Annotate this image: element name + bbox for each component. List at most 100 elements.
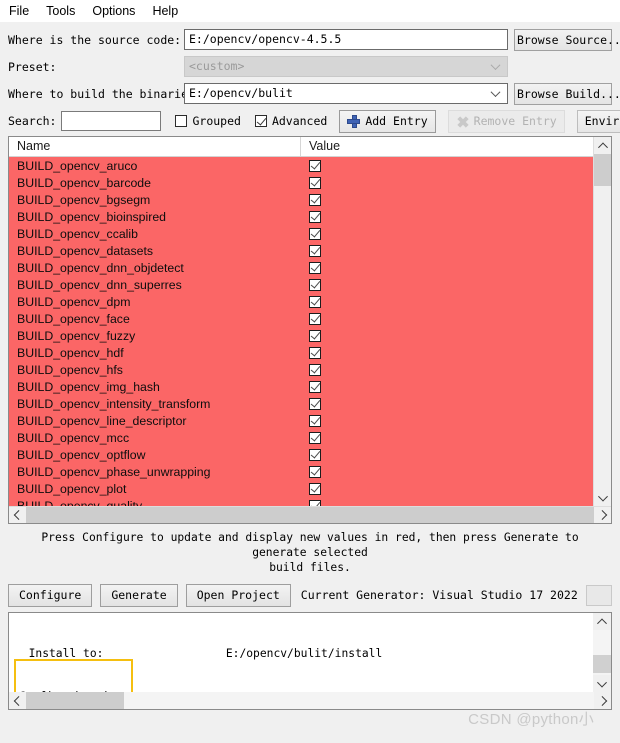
cache-entry-checkbox[interactable] [309,380,321,393]
table-row[interactable]: BUILD_opencv_line_descriptor [9,412,593,429]
output-hscroll-thumb[interactable] [26,692,124,709]
cache-entry-checkbox[interactable] [309,397,321,410]
scroll-up-arrow-icon[interactable] [594,137,611,154]
cache-entry-value[interactable] [301,482,593,495]
cache-entry-value[interactable] [301,346,593,359]
cache-entry-value[interactable] [301,210,593,223]
output-scroll-right-arrow-icon[interactable] [594,692,611,709]
cache-entry-checkbox[interactable] [309,329,321,342]
table-horizontal-scrollbar[interactable] [9,506,611,523]
table-row[interactable]: BUILD_opencv_ccalib [9,225,593,242]
table-row[interactable]: BUILD_opencv_barcode [9,174,593,191]
menu-item-file[interactable]: File [9,2,37,20]
cache-entry-value[interactable] [301,397,593,410]
cache-entry-checkbox[interactable] [309,431,321,444]
cache-entry-value[interactable] [301,278,593,291]
source-path-input[interactable]: E:/opencv/opencv-4.5.5 [184,29,508,50]
cache-entry-checkbox[interactable] [309,295,321,308]
table-vertical-scrollbar[interactable] [593,137,611,506]
table-row[interactable]: BUILD_opencv_dnn_objdetect [9,259,593,276]
table-row[interactable]: BUILD_opencv_hfs [9,361,593,378]
cache-entry-value[interactable] [301,363,593,376]
table-row[interactable]: BUILD_opencv_face [9,310,593,327]
column-header-value[interactable]: Value [301,137,611,156]
grouped-checkbox[interactable]: Grouped [175,114,241,128]
table-row[interactable]: BUILD_opencv_optflow [9,446,593,463]
table-row[interactable]: BUILD_opencv_dnn_superres [9,276,593,293]
table-row[interactable]: BUILD_opencv_quality [9,497,593,506]
cache-entry-value[interactable] [301,159,593,172]
output-scroll-up-arrow-icon[interactable] [593,613,611,630]
cache-entry-checkbox[interactable] [309,244,321,257]
cache-entry-checkbox[interactable] [309,176,321,189]
cache-entry-value[interactable] [301,244,593,257]
table-row[interactable]: BUILD_opencv_intensity_transform [9,395,593,412]
generate-button[interactable]: Generate [100,583,178,607]
cache-entry-checkbox[interactable] [309,363,321,376]
cache-entry-value[interactable] [301,465,593,478]
cache-entry-value[interactable] [301,261,593,274]
build-path-input[interactable]: E:/opencv/bulit [184,83,508,104]
cache-entry-checkbox[interactable] [309,278,321,291]
cache-entry-checkbox[interactable] [309,261,321,274]
cache-entry-value[interactable] [301,312,593,325]
column-header-name[interactable]: Name [9,137,301,156]
table-row[interactable]: BUILD_opencv_plot [9,480,593,497]
menu-item-tools[interactable]: Tools [46,2,83,20]
cache-entry-value[interactable] [301,295,593,308]
cache-entry-checkbox[interactable] [309,465,321,478]
cache-entry-checkbox[interactable] [309,448,321,461]
table-row[interactable]: BUILD_opencv_hdf [9,344,593,361]
table-row[interactable]: BUILD_opencv_fuzzy [9,327,593,344]
cache-entry-value[interactable] [301,431,593,444]
cache-entry-value[interactable] [301,329,593,342]
cache-entry-value[interactable] [301,448,593,461]
cache-entry-value[interactable] [301,176,593,189]
output-vertical-scrollbar[interactable] [593,613,611,692]
table-row[interactable]: BUILD_opencv_dpm [9,293,593,310]
scroll-down-arrow-icon[interactable] [594,489,611,506]
table-row[interactable]: BUILD_opencv_img_hash [9,378,593,395]
cache-entry-value[interactable] [301,380,593,393]
table-row[interactable]: BUILD_opencv_mcc [9,429,593,446]
table-row[interactable]: BUILD_opencv_aruco [9,157,593,174]
cache-entry-checkbox[interactable] [309,312,321,325]
output-hscroll-track[interactable] [124,692,594,709]
table-hscroll-thumb[interactable] [26,507,594,523]
cache-entry-checkbox[interactable] [309,193,321,206]
scroll-right-arrow-icon[interactable] [594,507,611,523]
chevron-down-icon[interactable] [492,88,501,97]
cache-entry-value[interactable] [301,227,593,240]
output-scroll-left-arrow-icon[interactable] [9,692,26,709]
table-row[interactable]: BUILD_opencv_bioinspired [9,208,593,225]
menu-item-options[interactable]: Options [92,2,143,20]
cache-entry-checkbox[interactable] [309,227,321,240]
output-scroll-down-arrow-icon[interactable] [593,675,611,692]
environment-button[interactable]: Environment... [576,109,620,133]
search-input[interactable] [61,111,162,131]
cache-entry-name: BUILD_opencv_optflow [17,447,146,462]
scroll-left-arrow-icon[interactable] [9,507,26,523]
open-project-button[interactable]: Open Project [185,583,291,607]
cache-entry-checkbox[interactable] [309,482,321,495]
cache-entry-checkbox[interactable] [309,346,321,359]
advanced-checkbox[interactable]: Advanced [254,114,327,128]
cache-entry-value[interactable] [301,193,593,206]
grouped-checkbox-box[interactable] [175,115,188,127]
table-row[interactable]: BUILD_opencv_datasets [9,242,593,259]
cache-entry-checkbox[interactable] [309,414,321,427]
add-entry-button[interactable]: Add Entry [339,109,436,133]
browse-source-button[interactable]: Browse Source... [514,28,620,51]
table-vscroll-thumb[interactable] [594,154,611,186]
advanced-checkbox-box[interactable] [254,115,267,127]
output-vscroll-thumb[interactable] [593,655,611,673]
table-row[interactable]: BUILD_opencv_phase_unwrapping [9,463,593,480]
cache-entry-checkbox[interactable] [309,159,321,172]
cache-entry-checkbox[interactable] [309,210,321,223]
output-horizontal-scrollbar[interactable] [9,692,611,709]
menu-item-help[interactable]: Help [152,2,186,20]
browse-build-button[interactable]: Browse Build... [514,82,620,105]
table-row[interactable]: BUILD_opencv_bgsegm [9,191,593,208]
configure-button[interactable]: Configure [8,583,93,607]
cache-entry-value[interactable] [301,414,593,427]
